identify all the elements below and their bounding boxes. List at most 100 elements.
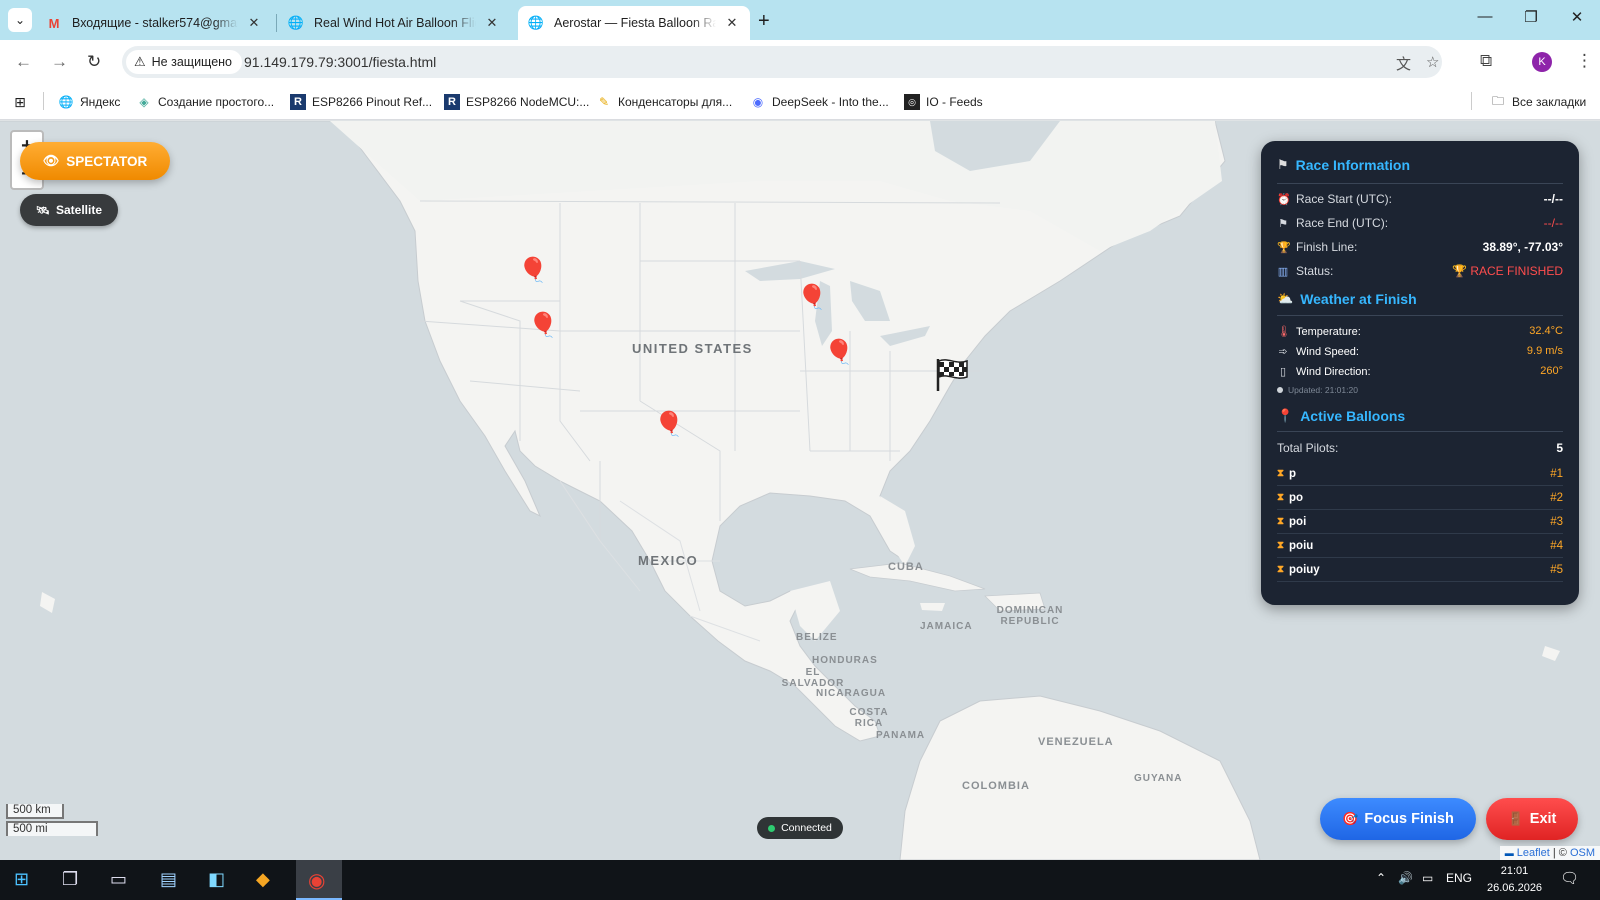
warning-icon: ⚠ [134,54,146,69]
finish-flag-icon[interactable] [934,357,970,393]
trophy-icon: 🏆 [1277,241,1291,254]
taskbar-chrome[interactable]: ◉ [296,860,342,900]
scale-km: 500 km [6,804,64,819]
temperature-row: 🌡 Temperature: 32.4°C [1277,325,1563,338]
spectator-badge: 👁 SPECTATOR [20,142,170,180]
pilot-row[interactable]: ⧗ p #1 [1277,462,1563,486]
notifications-icon[interactable]: 🗨 [1560,869,1579,887]
balloon-marker[interactable]: 🎈 [528,314,558,338]
tab-title: Real Wind Hot Air Balloon Flight [314,16,476,30]
tab-title: Входящие - stalker574@gmail.com [72,16,238,30]
tray-arrow-icon[interactable]: ⌃ [1376,871,1386,885]
clock-icon [1277,387,1283,393]
map-label-guyana: GUYANA [1134,773,1183,784]
satellite-toggle-button[interactable]: 🛰 Satellite [20,194,118,226]
avatar[interactable]: K [1532,52,1552,72]
pilot-row[interactable]: ⧗ poi #3 [1277,510,1563,534]
target-icon: 🎯 [1342,811,1359,826]
bookmark-deepseek[interactable]: ◉ DeepSeek - Into the... [750,94,889,110]
chevron-down-icon: ⌄ [14,13,26,27]
wind-direction-row: ▯ Wind Direction: 260° [1277,365,1563,378]
connection-status: Connected [757,817,843,839]
menu-icon[interactable]: ⋮ [1576,51,1593,71]
bookmark-star-icon[interactable]: ☆ [1426,53,1439,71]
flag-icon: ⚑ [1278,217,1288,230]
flag-icon: ▬ [1504,848,1514,858]
close-icon[interactable]: ✕ [484,15,500,31]
new-tab-button[interactable]: + [758,10,770,33]
bookmark-create-simple[interactable]: ◈ Создание простого... [136,94,274,110]
balloons-title: 📍 Active Balloons [1277,408,1406,424]
app-icon[interactable]: ◧ [208,869,225,890]
map-label-elsalvador: EL SALVADOR [781,667,845,689]
bookmark-capacitors[interactable]: ✎ Конденсаторы для... [596,94,732,110]
bookmark-io-feeds[interactable]: ◎ IO - Feeds [904,94,983,110]
balloon-marker[interactable]: 🎈 [654,413,684,437]
forward-button[interactable]: → [51,52,68,72]
pilot-row[interactable]: ⧗ poiu #4 [1277,534,1563,558]
bookmark-esp8266-nodemcu[interactable]: R ESP8266 NodeMCU:... [444,94,589,110]
git-icon[interactable]: ◆ [256,869,270,890]
folder-icon: 🗀 [1491,93,1504,108]
leaflet-link[interactable]: Leaflet [1517,847,1550,859]
restore-button[interactable]: ❐ [1508,8,1554,26]
tab-gmail[interactable]: M Входящие - stalker574@gmail.com ✕ [36,6,272,40]
close-icon[interactable]: ✕ [724,15,740,31]
globe-icon: 🌐 [527,15,545,30]
task-view-icon[interactable]: ❐ [62,869,78,890]
url-text[interactable]: 91.149.179.79:3001/fiesta.html [244,54,436,70]
tab-real-wind[interactable]: 🌐 Real Wind Hot Air Balloon Flight ✕ [278,6,510,40]
chart-icon: ▥ [1277,265,1289,278]
volume-icon[interactable]: 🔊 [1398,871,1413,885]
minimize-button[interactable]: — [1462,8,1508,25]
total-pilots-row: Total Pilots: 5 [1277,441,1563,455]
site-icon: ◈ [139,95,149,109]
all-bookmarks[interactable]: 🗀 Все закладки [1490,94,1586,110]
race-end-value: --/-- [1543,216,1563,230]
bookmark-esp8266-pinout[interactable]: R ESP8266 Pinout Ref... [290,94,432,110]
status-badge: 🏆 RACE FINISHED [1452,264,1563,278]
flag-icon: ⚑ [1277,157,1289,172]
close-window-button[interactable]: ✕ [1554,8,1600,26]
language-indicator[interactable]: ENG [1446,871,1472,885]
bookmark-yandex[interactable]: 🌐 Яндекс [58,94,121,110]
apps-icon[interactable]: ⊞ [12,94,34,110]
spectator-label: SPECTATOR [66,153,148,169]
taskbar: ⊞ ❐ ▭ ▤ ◧ ◆ [0,860,1600,900]
tab-search-button[interactable]: ⌄ [8,8,32,32]
focus-finish-button[interactable]: 🎯 Focus Finish [1320,798,1476,840]
finish-line-value: 38.89°, -77.03° [1482,240,1563,254]
balloon-marker[interactable]: 🎈 [518,259,548,283]
status-dot-icon [768,824,776,832]
scale-mi: 500 mi [6,821,98,836]
system-clock[interactable]: 21:01 26.06.2026 [1487,863,1542,897]
pilot-row[interactable]: ⧗ po #2 [1277,486,1563,510]
map-label-honduras: HONDURAS [812,655,878,666]
balloon-marker[interactable]: 🎈 [824,341,854,365]
balloon-marker[interactable]: 🎈 [797,286,827,310]
pilot-row[interactable]: ⧗ poiuy #5 [1277,558,1563,582]
weather-updated: Updated: 21:01:20 [1277,385,1358,395]
close-icon[interactable]: ✕ [246,15,262,31]
address-bar[interactable]: ⚠ Не защищено 91.149.179.79:3001/fiesta.… [122,46,1442,78]
notepad-icon[interactable]: ▤ [160,869,177,890]
sun-cloud-icon: ⛅ [1277,291,1294,306]
chrome-icon: ◉ [308,870,326,892]
extensions-icon[interactable]: ⧉ [1480,51,1492,71]
total-pilots-value: 5 [1556,441,1563,455]
map-canvas[interactable]: UNITED STATES MEXICO CUBA JAMAICA DOMINI… [0,121,1600,860]
windows-start-icon[interactable]: ⊞ [14,869,29,890]
reload-button[interactable]: ↻ [87,52,101,72]
security-chip[interactable]: ⚠ Не защищено [126,50,243,74]
land-island [1542,646,1560,661]
race-info-title: ⚑ Race Information [1277,157,1411,173]
battery-icon[interactable]: ▭ [1422,871,1433,885]
terminal-icon[interactable]: ▭ [110,869,127,890]
back-button[interactable]: ← [15,52,32,72]
map-label-panama: PANAMA [876,730,926,741]
translate-icon[interactable]: 文 [1396,53,1411,74]
tab-aerostar[interactable]: 🌐 Aerostar — Fiesta Balloon Race ✕ [518,6,750,40]
race-start-row: ⏰ Race Start (UTC): --/-- [1277,192,1563,206]
osm-link[interactable]: OSM [1570,847,1595,859]
exit-button[interactable]: 🚪 Exit [1486,798,1578,840]
